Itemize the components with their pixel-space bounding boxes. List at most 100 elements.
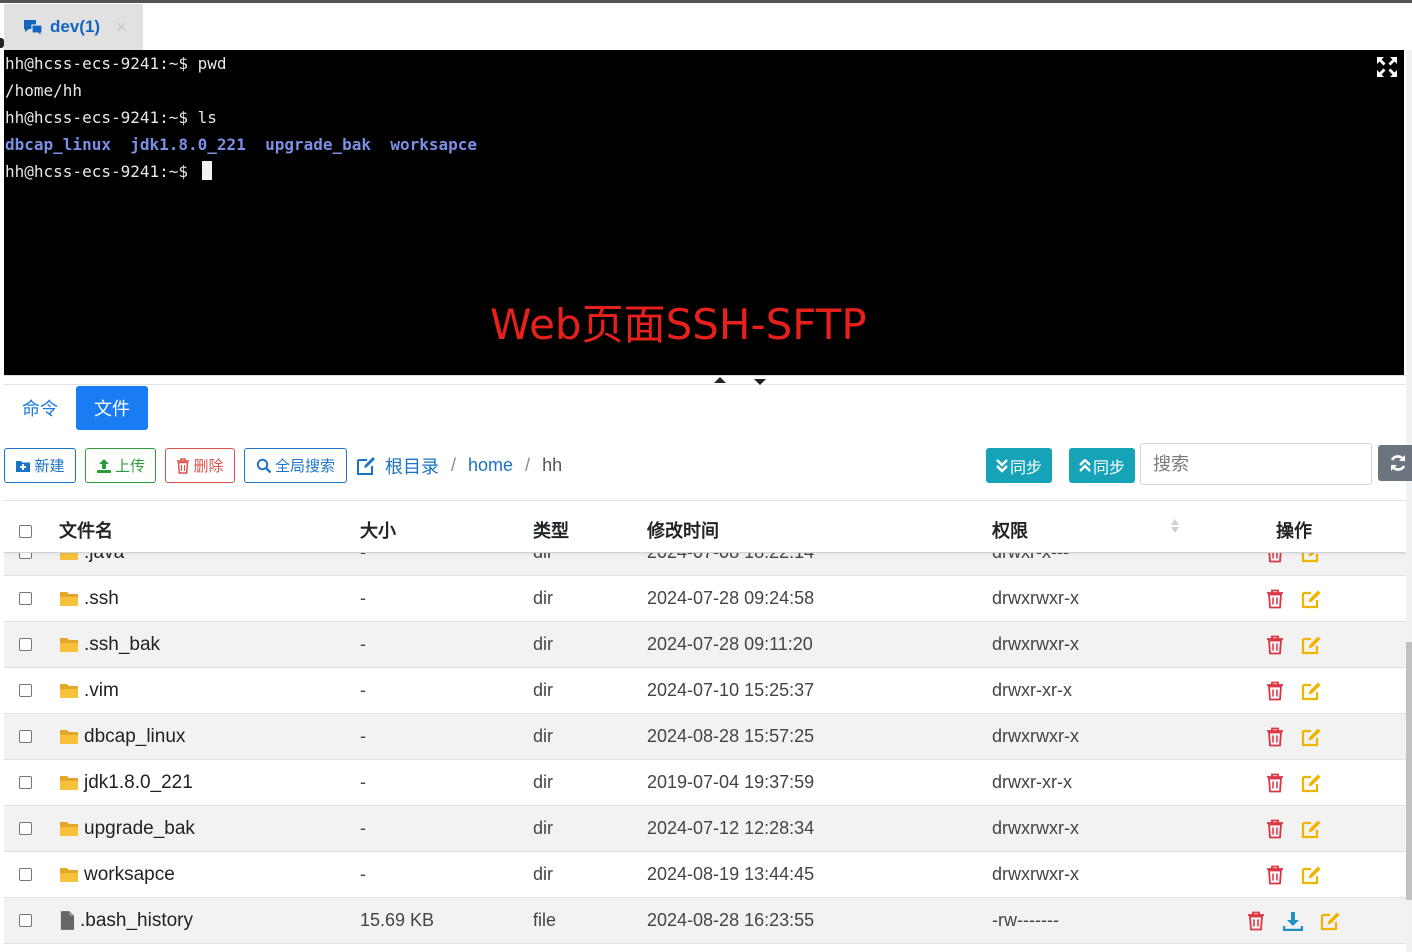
- search-input[interactable]: [1140, 443, 1372, 485]
- download-icon[interactable]: [1283, 911, 1303, 931]
- table-row[interactable]: .ssh_bak - dir 2024-07-28 09:11:20 drwxrwxr-…: [4, 622, 1406, 668]
- breadcrumb-root[interactable]: 根目录: [385, 453, 439, 479]
- sort-icon[interactable]: [1170, 518, 1180, 534]
- header-actions: 操作: [1276, 521, 1312, 541]
- file-name[interactable]: upgrade_bak: [84, 806, 195, 851]
- row-checkbox[interactable]: [19, 776, 32, 789]
- edit-path-icon[interactable]: [356, 456, 376, 476]
- collapse-down-icon[interactable]: [754, 379, 766, 385]
- header-size[interactable]: 大小: [360, 517, 396, 543]
- file-name[interactable]: worksapce: [84, 852, 175, 897]
- row-checkbox[interactable]: [19, 914, 32, 927]
- file-size: -: [360, 634, 366, 654]
- tab-close-icon[interactable]: ×: [116, 17, 127, 38]
- table-row[interactable]: .ssh - dir 2024-07-28 09:24:58 drwxrwxr-x: [4, 576, 1406, 622]
- breadcrumb-home[interactable]: home: [468, 455, 513, 476]
- file-name-cell[interactable]: dbcap_linux: [59, 714, 185, 759]
- row-checkbox[interactable]: [19, 684, 32, 697]
- file-name[interactable]: .bash_history: [80, 898, 193, 943]
- upload-button[interactable]: 上传: [85, 448, 156, 483]
- file-name-cell[interactable]: .bash_history: [59, 898, 193, 943]
- header-mtime[interactable]: 修改时间: [647, 517, 719, 543]
- row-checkbox[interactable]: [19, 868, 32, 881]
- terminal-screen[interactable]: hh@hcss-ecs-9241:~$ pwd /home/hh hh@hcss…: [4, 50, 1404, 375]
- terminal-line: /home/hh: [5, 81, 83, 100]
- file-mtime: 2024-07-28 09:24:58: [647, 588, 815, 608]
- file-permission: drwxrwxr-x: [992, 818, 1079, 838]
- table-row[interactable]: .bash_history 15.69 KB file 2024-08-28 16:2…: [4, 898, 1406, 944]
- terminal-prompt: hh@hcss-ecs-9241:~$: [5, 162, 198, 181]
- edit-icon[interactable]: [1301, 589, 1321, 609]
- new-button[interactable]: 新建: [4, 448, 76, 483]
- folder-icon: [60, 730, 78, 744]
- breadcrumb-separator: /: [451, 455, 457, 475]
- new-button-label: 新建: [34, 458, 65, 475]
- global-search-label: 全局搜索: [274, 458, 335, 475]
- fullscreen-expand-icon[interactable]: [1376, 56, 1398, 78]
- edit-icon[interactable]: [1301, 635, 1321, 655]
- header-name[interactable]: 文件名: [59, 517, 113, 543]
- file-name-cell[interactable]: worksapce: [59, 852, 175, 897]
- edit-icon[interactable]: [1301, 681, 1321, 701]
- file-type: dir: [533, 772, 554, 792]
- table-row[interactable]: upgrade_bak - dir 2024-07-12 12:28:34 drwxrw…: [4, 806, 1406, 852]
- edit-icon[interactable]: [1301, 865, 1321, 885]
- delete-button-label: 删除: [193, 458, 224, 475]
- collapse-up-icon[interactable]: [714, 377, 726, 383]
- tab-command[interactable]: 命令: [4, 386, 76, 430]
- header-type[interactable]: 类型: [533, 517, 569, 543]
- sync-down-label: 同步: [1009, 459, 1042, 477]
- table-row[interactable]: worksapce - dir 2024-08-19 13:44:45 drwxrwxr…: [4, 852, 1406, 898]
- header-permission[interactable]: 权限: [992, 517, 1028, 543]
- trash-icon[interactable]: [1265, 773, 1285, 793]
- trash-icon[interactable]: [1265, 865, 1285, 885]
- file-permission: drwxrwxr-x: [992, 634, 1079, 654]
- edit-icon[interactable]: [1301, 727, 1321, 747]
- row-checkbox[interactable]: [19, 730, 32, 743]
- new-folder-icon: [16, 460, 31, 472]
- file-table: .java-dir2024-07-08 18:22:14drwxr-x---.s…: [4, 500, 1406, 952]
- file-name[interactable]: .ssh_bak: [84, 622, 160, 667]
- file-name[interactable]: dbcap_linux: [84, 714, 185, 759]
- file-name-cell[interactable]: jdk1.8.0_221: [59, 760, 193, 805]
- trash-icon[interactable]: [1265, 589, 1285, 609]
- table-row[interactable]: .vim - dir 2024-07-10 15:25:37 drwxr-xr-x: [4, 668, 1406, 714]
- trash-icon: [177, 457, 190, 474]
- select-all-checkbox[interactable]: [19, 525, 32, 538]
- file-type: dir: [533, 818, 554, 838]
- file-size: -: [360, 726, 366, 746]
- file-name[interactable]: .ssh: [84, 576, 119, 621]
- table-row[interactable]: dbcap_linux - dir 2024-08-28 15:57:25 drwxrw…: [4, 714, 1406, 760]
- trash-icon[interactable]: [1265, 819, 1285, 839]
- trash-icon[interactable]: [1246, 911, 1266, 931]
- edit-icon[interactable]: [1301, 773, 1321, 793]
- tab-dev[interactable]: dev(1) ×: [4, 4, 143, 50]
- breadcrumb: 根目录 / home / hh: [356, 447, 562, 484]
- row-checkbox[interactable]: [19, 822, 32, 835]
- file-name-cell[interactable]: .ssh: [59, 576, 119, 621]
- sync-up-button[interactable]: 同步: [1069, 448, 1135, 483]
- edit-icon[interactable]: [1320, 911, 1340, 931]
- trash-icon[interactable]: [1265, 681, 1285, 701]
- tab-files[interactable]: 文件: [76, 386, 148, 430]
- file-table-header: 文件名 大小 类型 修改时间 权限 操作: [4, 501, 1406, 553]
- page-scrollbar-thumb[interactable]: [1406, 642, 1412, 900]
- resize-splitter[interactable]: [4, 375, 1406, 385]
- table-row[interactable]: jdk1.8.0_221 - dir 2019-07-04 19:37:59 drwxr…: [4, 760, 1406, 806]
- delete-button[interactable]: 删除: [165, 448, 235, 483]
- file-name[interactable]: .vim: [84, 668, 119, 713]
- edit-icon[interactable]: [1301, 819, 1321, 839]
- global-search-button[interactable]: 全局搜索: [244, 448, 347, 483]
- trash-icon[interactable]: [1265, 635, 1285, 655]
- file-name-cell[interactable]: .ssh_bak: [59, 622, 160, 667]
- file-type: dir: [533, 726, 554, 746]
- sync-down-button[interactable]: 同步: [986, 448, 1052, 483]
- row-checkbox[interactable]: [19, 592, 32, 605]
- file-name-cell[interactable]: upgrade_bak: [59, 806, 195, 851]
- file-mtime: 2019-07-04 19:37:59: [647, 772, 815, 792]
- trash-icon[interactable]: [1265, 727, 1285, 747]
- row-checkbox[interactable]: [19, 638, 32, 651]
- refresh-button[interactable]: [1378, 445, 1412, 481]
- file-name-cell[interactable]: .vim: [59, 668, 119, 713]
- file-name[interactable]: jdk1.8.0_221: [84, 760, 193, 805]
